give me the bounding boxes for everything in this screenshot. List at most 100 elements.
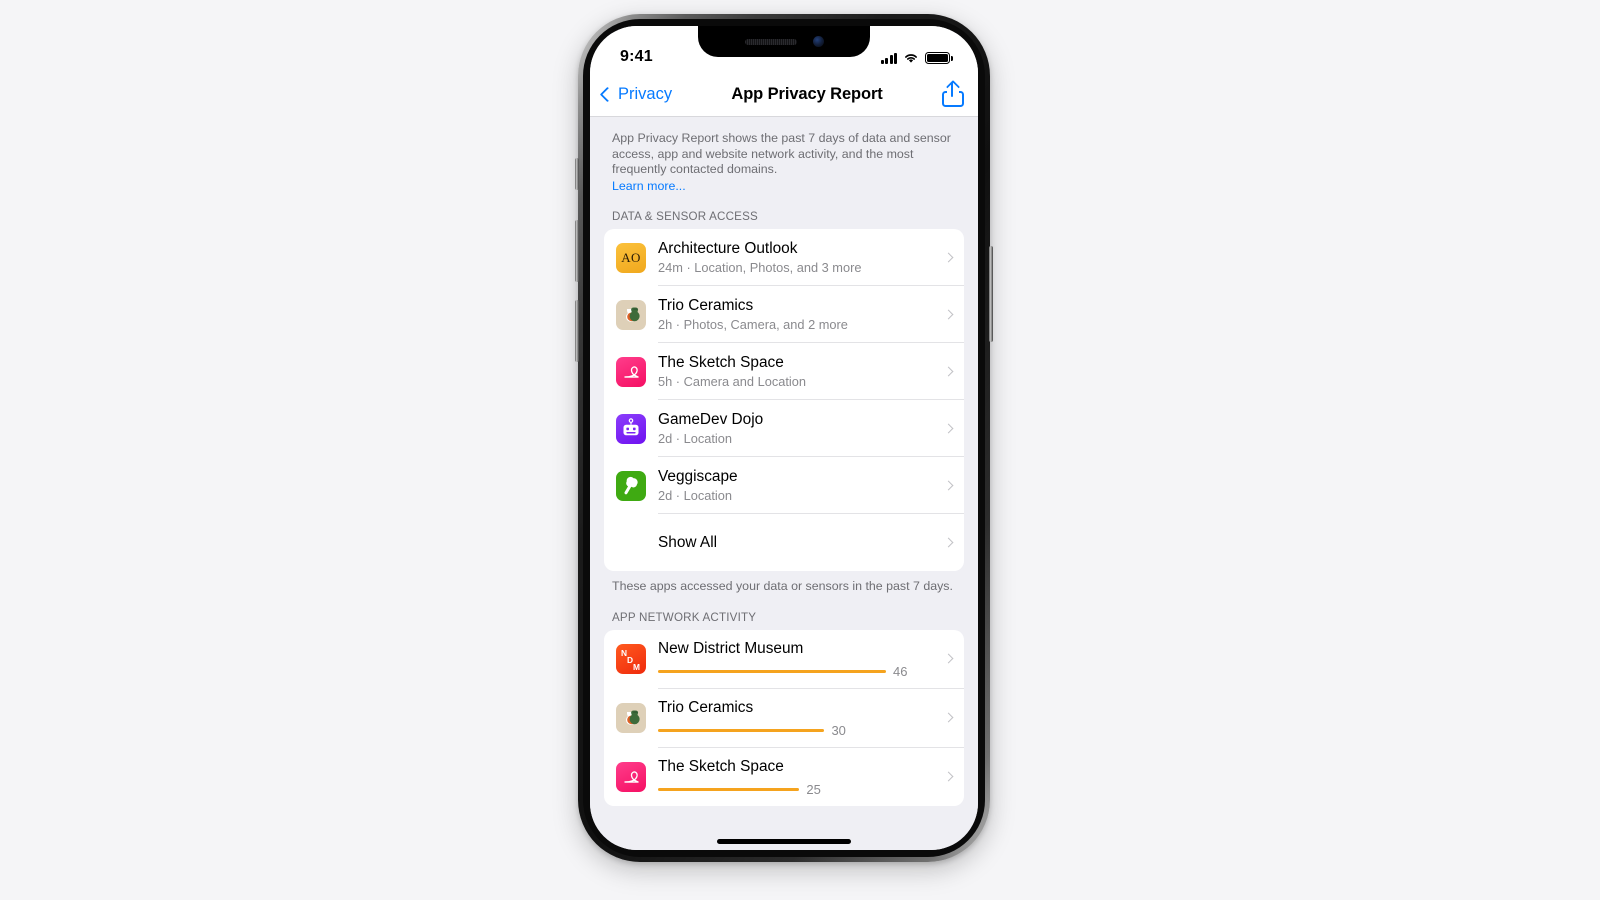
screenshot-canvas: 9:41 Privacy App Privacy Report App Priv… (0, 0, 1600, 900)
battery-full-icon (925, 52, 953, 64)
silent-switch[interactable] (575, 158, 579, 190)
front-camera (812, 36, 824, 47)
sketch-space-icon (616, 356, 646, 387)
robot-head-glyph (623, 418, 639, 436)
chevron-right-icon (943, 713, 954, 723)
list-item-title: The Sketch Space (658, 353, 784, 371)
network-meter-bar (658, 787, 800, 792)
chevron-right-icon (943, 772, 954, 782)
list-item[interactable]: AO Architecture Outlook 24m · Location, … (604, 229, 964, 287)
show-all-icon-spacer (616, 528, 646, 558)
list-item-title: Trio Ceramics (658, 296, 754, 314)
gamedev-dojo-icon (616, 413, 646, 444)
list-item[interactable]: GameDev Dojo 2d · Location (604, 400, 964, 458)
ceramics-vases-glyph (626, 710, 640, 726)
list-item-texts: Veggiscape 2d · Location (658, 467, 937, 504)
architecture-outlook-icon-text: AO (621, 249, 641, 265)
page-title: App Privacy Report (731, 84, 883, 103)
list-item-title: Architecture Outlook (658, 239, 798, 257)
wifi-icon (905, 54, 917, 63)
network-meter-value: 46 (893, 663, 908, 679)
back-button[interactable]: Privacy (598, 85, 672, 104)
network-section-header: APP NETWORK ACTIVITY (612, 610, 757, 624)
trio-ceramics-icon (616, 299, 646, 330)
chevron-right-icon (943, 537, 954, 548)
phone-screen: 9:41 Privacy App Privacy Report App Priv… (590, 26, 978, 850)
list-item-texts: The Sketch Space 5h · Camera and Locatio… (658, 353, 937, 390)
intro-description: App Privacy Report shows the past 7 days… (590, 117, 978, 194)
list-item-texts: Trio Ceramics 2h · Photos, Camera, and 2… (658, 296, 937, 333)
navigation-bar: Privacy App Privacy Report (590, 72, 978, 117)
list-item-subtitle: 2d · Location (658, 430, 732, 446)
chevron-right-icon (943, 366, 954, 377)
list-item-body: New District Museum 46 (658, 630, 964, 689)
network-meter: 30 (658, 723, 937, 738)
list-item-subtitle: 2h · Photos, Camera, and 2 more (658, 316, 848, 332)
cellular-bars-icon (880, 52, 897, 64)
data-sensor-section-header: DATA & SENSOR ACCESS (612, 210, 758, 224)
architecture-outlook-icon: AO (616, 242, 646, 273)
list-item-title: The Sketch Space (658, 757, 784, 775)
new-district-museum-icon: N D M (616, 644, 646, 675)
volume-down-button[interactable] (575, 300, 579, 362)
network-meter-value: 30 (831, 722, 846, 738)
show-all-body: Show All (658, 521, 964, 565)
home-indicator[interactable] (717, 839, 851, 844)
list-item-body: GameDev Dojo 2d · Location (658, 400, 964, 458)
volume-up-button[interactable] (575, 220, 579, 282)
list-item-title: Trio Ceramics (658, 698, 754, 716)
broccoli-glyph (624, 476, 638, 495)
data-sensor-list: AO Architecture Outlook 24m · Location, … (604, 229, 964, 572)
list-item-body: The Sketch Space 5h · Camera and Locatio… (658, 343, 964, 401)
network-meter: 25 (658, 782, 937, 797)
chevron-right-icon (943, 252, 954, 263)
device-notch (698, 26, 870, 57)
list-item[interactable]: Trio Ceramics 30 (604, 689, 964, 748)
show-all-button[interactable]: Show All (604, 514, 964, 571)
list-item-texts: Architecture Outlook 24m · Location, Pho… (658, 239, 937, 276)
list-item[interactable]: Veggiscape 2d · Location (604, 457, 964, 515)
power-button[interactable] (989, 246, 993, 342)
list-item[interactable]: Trio Ceramics 2h · Photos, Camera, and 2… (604, 286, 964, 344)
network-activity-list: N D M New District Museum 46 Trio Cerami… (604, 629, 964, 806)
list-item-body: Trio Ceramics 2h · Photos, Camera, and 2… (658, 286, 964, 344)
chevron-right-icon (943, 423, 954, 434)
ceramics-vases-glyph (626, 307, 640, 322)
list-item-subtitle: 24m · Location, Photos, and 3 more (658, 259, 862, 275)
sketch-swirl-glyph (624, 366, 639, 378)
iphone-device-frame: 9:41 Privacy App Privacy Report App Priv… (575, 14, 993, 862)
network-meter-bar (658, 669, 886, 674)
chevron-left-icon (599, 86, 616, 102)
list-item-title: GameDev Dojo (658, 410, 764, 428)
list-item-body: Trio Ceramics 30 (658, 689, 964, 748)
learn-more-link[interactable]: Learn more... (612, 179, 686, 195)
chevron-right-icon (943, 480, 954, 491)
network-meter-bar (658, 728, 825, 733)
data-sensor-footnote: These apps accessed your data or sensors… (612, 579, 953, 594)
list-item-body: The Sketch Space 25 (658, 748, 964, 806)
list-item-texts: GameDev Dojo 2d · Location (658, 410, 937, 447)
status-bar-indicators (880, 52, 953, 72)
veggiscape-icon (616, 470, 646, 501)
list-item[interactable]: The Sketch Space 5h · Camera and Locatio… (604, 343, 964, 401)
scroll-content[interactable]: App Privacy Report shows the past 7 days… (590, 117, 978, 850)
list-item-texts: The Sketch Space 25 (658, 757, 937, 797)
list-item-body: Veggiscape 2d · Location (658, 457, 964, 515)
intro-text: App Privacy Report shows the past 7 days… (612, 131, 951, 177)
network-meter: 46 (658, 664, 937, 679)
show-all-label: Show All (658, 534, 718, 552)
list-item-subtitle: 2d · Location (658, 487, 732, 503)
sketch-swirl-glyph (624, 771, 639, 783)
network-meter-value: 25 (806, 781, 821, 797)
list-item-subtitle: 5h · Camera and Location (658, 373, 806, 389)
ndm-letter-m: M (633, 662, 640, 673)
back-button-label: Privacy (618, 84, 673, 103)
list-item[interactable]: N D M New District Museum 46 (604, 630, 964, 689)
list-item-title: Veggiscape (658, 467, 738, 485)
list-item-body: Architecture Outlook 24m · Location, Pho… (658, 229, 964, 287)
share-icon[interactable] (941, 81, 964, 107)
sketch-space-icon (616, 761, 646, 792)
list-item[interactable]: The Sketch Space 25 (604, 748, 964, 806)
list-item-texts: New District Museum 46 (658, 639, 937, 679)
list-item-title: New District Museum (658, 639, 804, 657)
